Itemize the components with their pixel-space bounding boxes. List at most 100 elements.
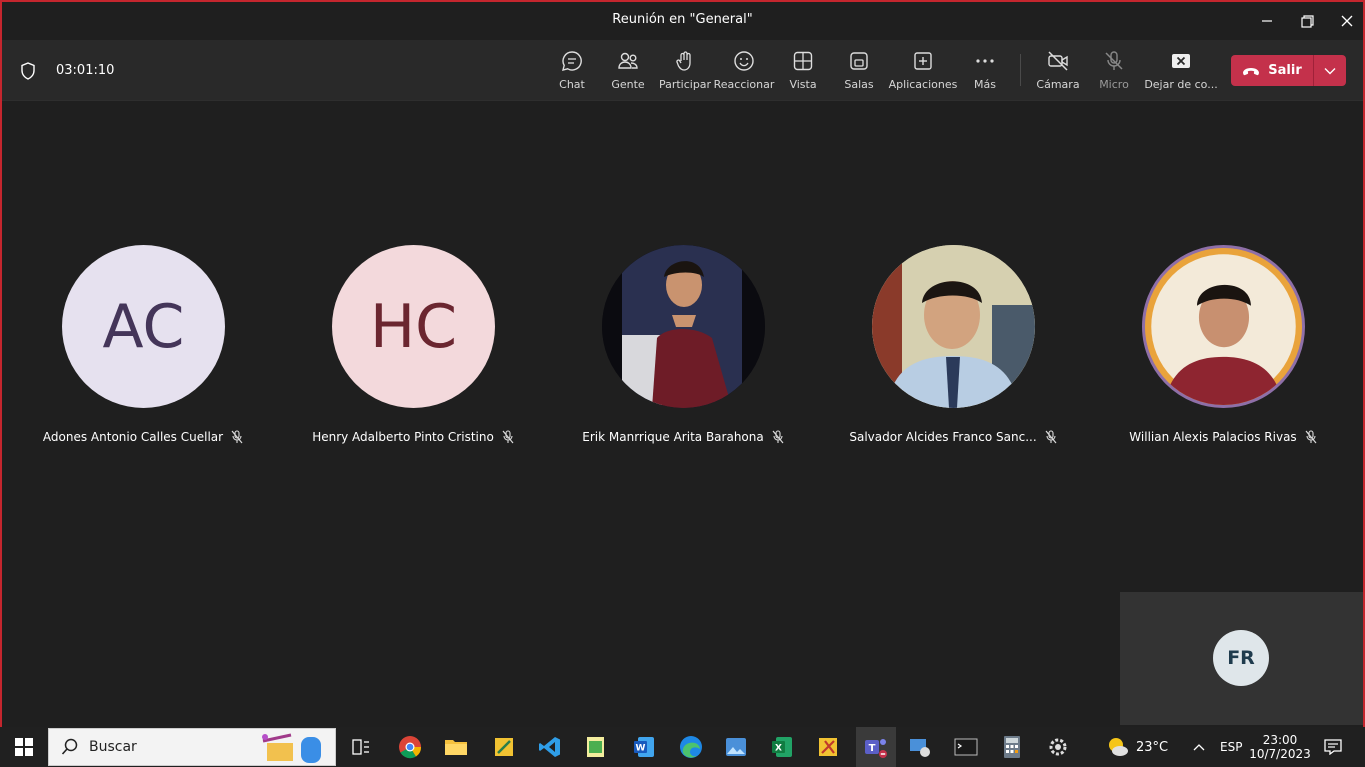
language-indicator[interactable]: ESP	[1220, 727, 1242, 767]
notification-center-button[interactable]	[1324, 727, 1342, 767]
react-button[interactable]: Reaccionar	[714, 50, 774, 96]
terminal-icon	[954, 738, 978, 756]
participant-name: Adones Antonio Calles Cuellar	[42, 430, 224, 444]
task-view-button[interactable]	[346, 733, 374, 761]
apps-label: Aplicaciones	[888, 78, 958, 91]
self-view[interactable]: FR	[1120, 592, 1363, 725]
apps-button[interactable]: Aplicaciones	[888, 50, 958, 96]
person-photo-icon	[602, 245, 765, 408]
minimize-button[interactable]	[1252, 10, 1282, 32]
muted-mic-icon	[231, 430, 243, 444]
leave-options-button[interactable]	[1314, 55, 1346, 86]
person-photo-icon	[872, 245, 1035, 408]
close-button[interactable]	[1332, 10, 1362, 32]
search-icon	[61, 738, 78, 755]
task-view-icon	[352, 739, 369, 755]
participant-name-row: Erik Manrrique Arita Barahona	[548, 430, 818, 444]
shield-icon	[21, 62, 35, 80]
windows-logo-icon	[15, 738, 33, 756]
taskbar-app-sticky[interactable]	[490, 733, 518, 761]
leave-label: Salir	[1268, 63, 1302, 78]
taskbar-app-word[interactable]: W	[630, 733, 658, 761]
leave-button[interactable]: Salir	[1231, 55, 1313, 86]
taskbar-app-explorer[interactable]	[442, 733, 470, 761]
start-button[interactable]	[10, 733, 38, 761]
taskbar-app-chrome[interactable]	[396, 733, 424, 761]
weather-moon-cloud-icon	[1109, 738, 1128, 756]
taskbar-app-excel[interactable]: X	[768, 733, 796, 761]
chat-button[interactable]: Chat	[552, 50, 592, 96]
folder-icon	[445, 740, 467, 755]
svg-text:W: W	[636, 744, 646, 754]
participant-name: Salvador Alcides Franco Sanc...	[849, 430, 1037, 444]
svg-text:T: T	[869, 743, 876, 754]
hang-up-icon	[1243, 67, 1260, 75]
taskbar-app-terminal[interactable]	[952, 733, 980, 761]
participant-name-row: Adones Antonio Calles Cuellar	[8, 430, 278, 444]
clock[interactable]: 23:00 10/7/2023	[1249, 727, 1311, 767]
breakout-rooms-button[interactable]: Salas	[839, 50, 879, 96]
taskbar-app-remote[interactable]	[906, 733, 934, 761]
taskbar-app-photos[interactable]	[722, 733, 750, 761]
smiley-icon	[734, 51, 754, 71]
meeting-timer: 03:01:10	[56, 63, 115, 78]
mic-button[interactable]: Micro	[1094, 50, 1134, 96]
camera-button[interactable]: Cámara	[1035, 50, 1081, 96]
muted-mic-icon	[1305, 430, 1317, 444]
taskbar-search[interactable]: Buscar	[48, 728, 336, 766]
taskbar-app-editor[interactable]	[582, 733, 610, 761]
taskbar-app-tool[interactable]	[814, 733, 842, 761]
avatar-photo	[872, 245, 1035, 408]
more-button[interactable]: Más	[967, 50, 1003, 96]
stop-share-icon	[1172, 54, 1190, 68]
notification-icon	[1324, 739, 1342, 755]
participant-name: Willian Alexis Palacios Rivas	[1129, 430, 1297, 444]
meeting-stage: AC Adones Antonio Calles Cuellar HC Henr…	[2, 102, 1363, 729]
meeting-toolbar: 03:01:10 Chat Gente Participar Reacciona…	[2, 40, 1363, 101]
photos-icon	[726, 738, 746, 756]
remote-desktop-icon	[910, 739, 930, 757]
avatar: HC	[332, 245, 495, 408]
self-avatar: FR	[1213, 630, 1269, 686]
calculator-icon	[1004, 736, 1020, 758]
leave-button-group: Salir	[1231, 55, 1346, 86]
toolbar-divider	[1020, 54, 1021, 86]
participant-tile[interactable]: Salvador Alcides Franco Sanc...	[812, 245, 1082, 455]
participant-tile[interactable]: HC Henry Adalberto Pinto Cristino	[272, 245, 542, 455]
camera-label: Cámara	[1036, 78, 1080, 91]
title-bar: Reunión en "General"	[2, 2, 1363, 40]
text-editor-icon	[587, 737, 604, 757]
participant-tile[interactable]: AC Adones Antonio Calles Cuellar	[2, 245, 272, 455]
taskbar-app-edge[interactable]	[677, 733, 705, 761]
search-placeholder: Buscar	[89, 739, 137, 755]
participant-tile[interactable]: Erik Manrrique Arita Barahona	[542, 245, 812, 455]
people-button[interactable]: Gente	[608, 50, 648, 96]
avatar-photo	[602, 245, 765, 408]
weather-temperature: 23°C	[1136, 739, 1169, 755]
close-icon	[1341, 15, 1353, 27]
teams-icon: T	[865, 739, 887, 758]
chat-label: Chat	[559, 78, 585, 91]
restore-button[interactable]	[1292, 10, 1322, 32]
clock-date: 10/7/2023	[1249, 747, 1311, 761]
participant-name-row: Salvador Alcides Franco Sanc...	[818, 430, 1088, 444]
camera-off-icon	[1048, 51, 1068, 71]
clock-time: 23:00	[1262, 733, 1298, 747]
minimize-icon	[1262, 20, 1272, 22]
taskbar-app-teams[interactable]: T	[856, 727, 896, 767]
people-label: Gente	[611, 78, 645, 91]
view-button[interactable]: Vista	[783, 50, 823, 96]
taskbar-app-settings[interactable]	[1044, 733, 1072, 761]
participant-tile[interactable]: Willian Alexis Palacios Rivas	[1082, 245, 1352, 455]
raise-hand-button[interactable]: Participar	[659, 50, 711, 96]
tray-overflow-button[interactable]	[1192, 727, 1206, 767]
chevron-up-icon	[1193, 744, 1205, 751]
taskbar-app-vscode[interactable]	[536, 733, 564, 761]
chevron-down-icon	[1324, 67, 1336, 74]
window-title: Reunión en "General"	[612, 12, 753, 27]
taskbar-app-calculator[interactable]	[998, 733, 1026, 761]
view-label: Vista	[789, 78, 817, 91]
breakout-rooms-icon	[850, 52, 868, 70]
stop-sharing-button[interactable]: Dejar de co...	[1144, 50, 1218, 96]
weather-widget[interactable]: 23°C	[1106, 727, 1168, 767]
